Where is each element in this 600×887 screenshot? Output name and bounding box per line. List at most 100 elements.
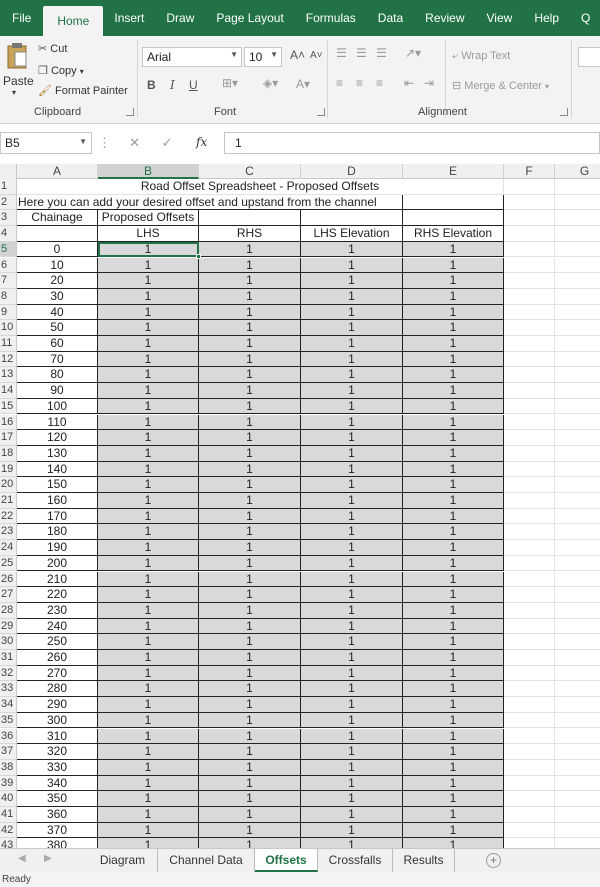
cell[interactable] — [504, 398, 555, 415]
ribbon-tab-review[interactable]: Review — [414, 0, 475, 36]
row-header[interactable]: 13 — [0, 367, 17, 384]
paste-icon[interactable] — [6, 42, 28, 70]
row-header[interactable]: 36 — [0, 728, 17, 745]
offset-value-cell[interactable]: 1 — [403, 336, 504, 352]
cell[interactable] — [504, 430, 555, 446]
offset-value-cell[interactable]: 1 — [403, 728, 504, 745]
offset-value-cell[interactable]: 1 — [199, 759, 301, 776]
ribbon-tab-data[interactable]: Data — [367, 0, 414, 36]
align-left-icon[interactable]: ≡ — [336, 76, 343, 90]
offset-value-cell[interactable]: 1 — [403, 602, 504, 619]
cell[interactable] — [504, 775, 555, 792]
ribbon-tab-q[interactable]: Q — [570, 0, 600, 36]
cell[interactable] — [555, 524, 600, 541]
chainage-cell[interactable]: 360 — [17, 807, 98, 823]
ribbon-tab-insert[interactable]: Insert — [103, 0, 155, 36]
ribbon-tab-home[interactable]: Home — [43, 6, 104, 36]
offset-value-cell[interactable]: 1 — [199, 351, 301, 368]
offset-value-cell[interactable]: 1 — [98, 587, 199, 603]
offset-value-cell[interactable]: 1 — [403, 775, 504, 792]
ribbon-tab-draw[interactable]: Draw — [155, 0, 205, 36]
offset-value-cell[interactable]: 1 — [301, 759, 403, 776]
ribbon-tab-formulas[interactable]: Formulas — [295, 0, 367, 36]
offset-value-cell[interactable]: 1 — [301, 665, 403, 682]
chainage-cell[interactable]: 200 — [17, 555, 98, 572]
chainage-cell[interactable]: 330 — [17, 759, 98, 776]
offset-value-cell[interactable]: 1 — [403, 838, 504, 848]
cell[interactable] — [504, 351, 555, 368]
cell[interactable] — [504, 273, 555, 289]
cell[interactable] — [555, 477, 600, 493]
cell[interactable] — [504, 179, 555, 195]
chainage-cell[interactable]: 10 — [17, 257, 98, 274]
cell[interactable] — [555, 603, 600, 619]
offset-value-cell[interactable]: 1 — [199, 681, 301, 698]
increase-indent-icon[interactable]: ⇥ — [424, 76, 434, 90]
cell[interactable] — [504, 650, 555, 666]
offset-value-cell[interactable]: 1 — [301, 681, 403, 698]
offset-value-cell[interactable]: 1 — [98, 288, 199, 305]
cell[interactable] — [555, 273, 600, 289]
add-sheet-button[interactable]: + — [486, 853, 501, 868]
select-all-corner[interactable] — [0, 164, 17, 179]
cell[interactable] — [555, 540, 600, 556]
offset-value-cell[interactable]: 1 — [98, 650, 199, 666]
cancel-icon[interactable]: ✕ — [129, 135, 140, 150]
chainage-cell[interactable]: 70 — [17, 351, 98, 368]
offset-value-cell[interactable]: 1 — [403, 524, 504, 541]
column-header-f[interactable]: F — [504, 164, 555, 179]
paste-dropdown-icon[interactable]: ▾ — [12, 88, 16, 97]
cell[interactable] — [504, 445, 555, 462]
fill-handle[interactable] — [196, 254, 201, 260]
offset-value-cell[interactable]: 1 — [199, 822, 301, 839]
chainage-cell[interactable]: 160 — [17, 493, 98, 509]
offset-value-cell[interactable]: 1 — [403, 822, 504, 839]
cell[interactable] — [504, 540, 555, 556]
number-format-select[interactable] — [578, 47, 600, 67]
cell[interactable] — [504, 807, 555, 823]
offset-value-cell[interactable]: 1 — [98, 728, 199, 745]
row-header[interactable]: 20 — [0, 477, 17, 493]
offset-value-cell[interactable]: 1 — [403, 508, 504, 525]
offset-value-cell[interactable]: 1 — [301, 791, 403, 807]
offset-value-cell[interactable]: 1 — [98, 336, 199, 352]
offset-value-cell[interactable]: 1 — [199, 697, 301, 713]
offset-value-cell[interactable]: 1 — [199, 555, 301, 572]
offset-value-cell[interactable]: 1 — [403, 445, 504, 462]
offset-value-cell[interactable]: 1 — [301, 508, 403, 525]
instruction-cell[interactable]: Here you can add your desired offset and… — [17, 194, 403, 211]
offset-value-cell[interactable]: 1 — [199, 712, 301, 729]
row-header[interactable]: 25 — [0, 555, 17, 572]
cell[interactable] — [555, 823, 600, 839]
worksheet-grid[interactable]: ABCDEFG 1 Road Offset Spreadsheet - Propo… — [0, 164, 600, 848]
row-header[interactable]: 37 — [0, 744, 17, 760]
offset-value-cell[interactable]: 1 — [301, 540, 403, 556]
cell[interactable] — [199, 210, 301, 227]
align-top-icon[interactable]: ☰ — [336, 46, 347, 60]
offset-value-cell[interactable]: 1 — [199, 524, 301, 541]
offset-value-cell[interactable]: 1 — [199, 807, 301, 823]
offset-value-cell[interactable]: 1 — [98, 555, 199, 572]
row-header[interactable]: 38 — [0, 759, 17, 776]
chainage-cell[interactable]: 250 — [17, 634, 98, 650]
cell[interactable] — [555, 760, 600, 776]
offset-value-cell[interactable]: 1 — [199, 665, 301, 682]
offset-value-cell[interactable]: 1 — [98, 414, 199, 431]
offset-value-cell[interactable]: 1 — [403, 414, 504, 431]
row-header[interactable]: 16 — [0, 414, 17, 431]
offset-value-cell[interactable]: 1 — [301, 493, 403, 509]
offset-value-cell[interactable]: 1 — [301, 304, 403, 321]
offset-value-cell[interactable]: 1 — [301, 524, 403, 541]
offset-value-cell[interactable]: 1 — [98, 775, 199, 792]
font-color-icon[interactable]: A▾ — [296, 77, 310, 91]
clipboard-launcher-icon[interactable] — [126, 108, 134, 116]
chainage-cell[interactable]: 130 — [17, 445, 98, 462]
row-header[interactable]: 1 — [0, 179, 17, 195]
underline-button[interactable]: U — [189, 78, 198, 92]
offset-value-cell[interactable]: 1 — [301, 775, 403, 792]
offset-value-cell[interactable]: 1 — [98, 320, 199, 336]
cell[interactable] — [504, 194, 555, 211]
offset-value-cell[interactable]: 1 — [199, 430, 301, 446]
offset-value-cell[interactable]: 1 — [301, 367, 403, 384]
offset-value-cell[interactable]: 1 — [98, 461, 199, 478]
